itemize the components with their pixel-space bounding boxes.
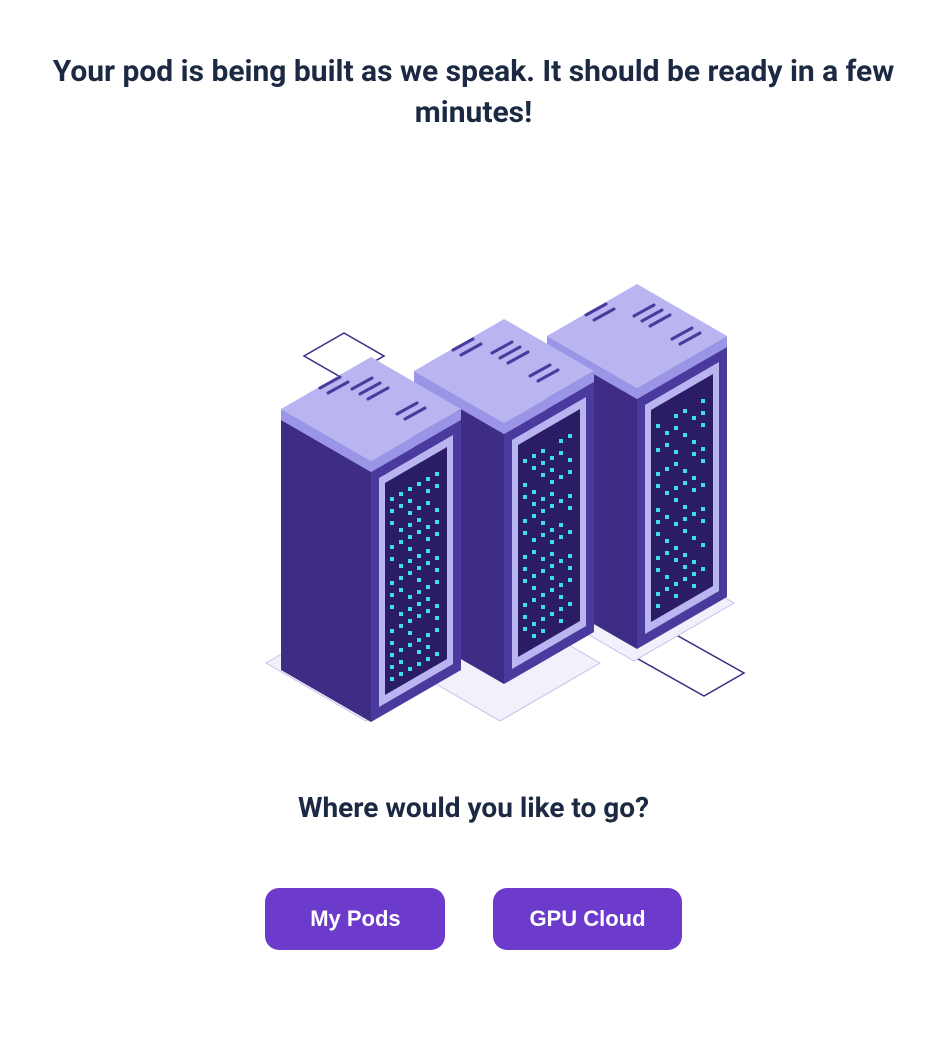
gpu-cloud-button[interactable]: GPU Cloud bbox=[493, 888, 681, 950]
button-row: My Pods GPU Cloud bbox=[265, 888, 681, 950]
navigation-question: Where would you like to go? bbox=[298, 791, 649, 824]
status-heading: Your pod is being built as we speak. It … bbox=[34, 52, 914, 133]
servers-icon bbox=[194, 251, 754, 731]
my-pods-button[interactable]: My Pods bbox=[265, 888, 445, 950]
